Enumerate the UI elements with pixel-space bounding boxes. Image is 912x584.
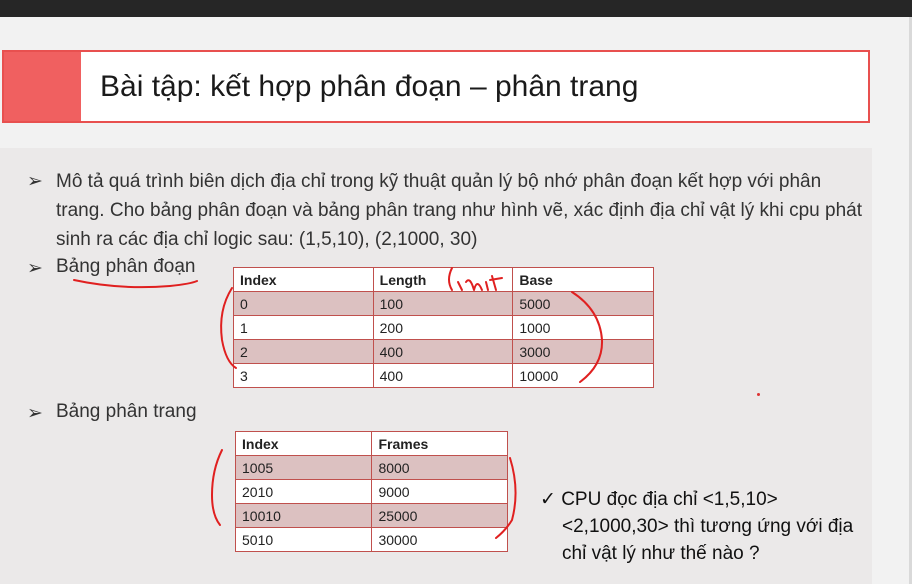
slide-title-box: Bài tập: kết hợp phân đoạn – phân trang — [2, 50, 870, 123]
table-cell: 2010 — [234, 479, 373, 504]
table-cell: 1 — [233, 315, 374, 340]
table-cell: 8000 — [371, 455, 508, 480]
table-row: 5010 30000 — [234, 527, 508, 552]
bullet-arrow-icon: ➢ — [27, 258, 43, 279]
table-row: 10010 25000 — [234, 503, 508, 528]
cpu-question: ✓ CPU đọc địa chỉ <1,5,10> <2,1000,30> t… — [540, 486, 900, 567]
cpu-line-3: chỉ vật lý như thế nào ? — [562, 543, 760, 564]
table-row: 1005 8000 — [234, 455, 508, 480]
page-table-label: Bảng phân trang — [56, 401, 197, 422]
table-cell: 25000 — [371, 503, 508, 528]
table-cell: 2 — [233, 339, 374, 364]
table-cell: 200 — [372, 315, 514, 340]
table-cell: 1000 — [512, 315, 654, 340]
table-cell: 3 — [233, 363, 374, 388]
table-row: 1 200 1000 — [233, 315, 654, 340]
bullet-arrow-icon: ➢ — [27, 403, 43, 424]
table-cell: 1005 — [234, 455, 373, 480]
exercise-paragraph: Mô tả quá trình biên dịch địa chỉ trong … — [56, 171, 863, 250]
slide-title: Bài tập: kết hợp phân đoạn – phân trang — [100, 70, 639, 103]
page-header-frames: Frames — [371, 431, 508, 456]
page-header-index: Index — [234, 431, 373, 456]
bullet-arrow-icon: ➢ — [27, 171, 43, 192]
cpu-line-1: CPU đọc địa chỉ <1,5,10> — [561, 489, 778, 510]
table-row: 2 400 3000 — [233, 339, 654, 364]
title-accent-bar — [4, 52, 81, 121]
table-cell: 5000 — [512, 291, 654, 316]
table-row: 0 100 5000 — [233, 291, 654, 316]
table-cell: 10000 — [512, 363, 654, 388]
table-cell: 5010 — [234, 527, 373, 552]
segment-header-length: Length — [372, 267, 514, 292]
table-row: 2010 9000 — [234, 479, 508, 504]
table-cell: 3000 — [512, 339, 654, 364]
table-cell: 0 — [233, 291, 374, 316]
segment-header-base: Base — [512, 267, 654, 292]
table-cell: 30000 — [371, 527, 508, 552]
table-cell: 400 — [372, 363, 514, 388]
table-row: 3 400 10000 — [233, 363, 654, 388]
table-cell: 10010 — [234, 503, 373, 528]
table-cell: 400 — [372, 339, 514, 364]
page-table: Index Frames 1005 8000 2010 9000 10010 2… — [234, 431, 508, 552]
table-cell: 100 — [372, 291, 514, 316]
window-top-bar — [0, 0, 912, 17]
segment-table: Index Length Base 0 100 5000 1 200 1000 … — [233, 267, 654, 388]
cpu-line-2: <2,1000,30> thì tương ứng với địa — [562, 516, 854, 537]
segment-table-label: Bảng phân đoạn — [56, 256, 196, 277]
check-icon: ✓ — [540, 489, 556, 510]
table-cell: 9000 — [371, 479, 508, 504]
ink-dot — [757, 393, 760, 396]
segment-header-index: Index — [233, 267, 374, 292]
